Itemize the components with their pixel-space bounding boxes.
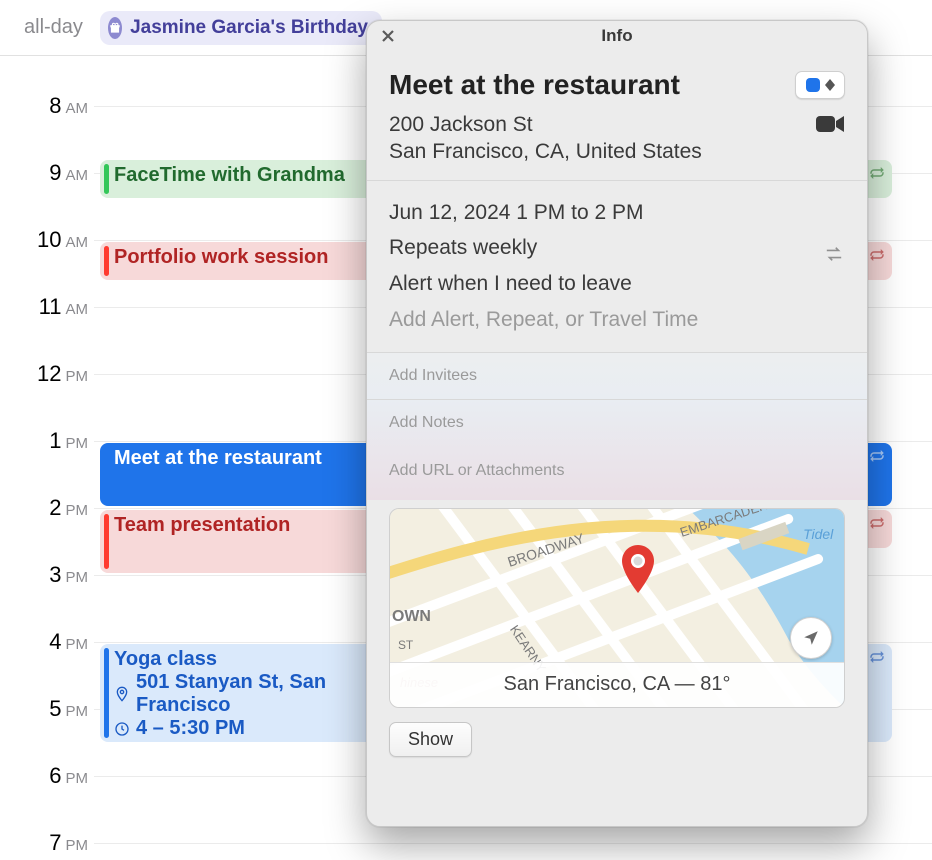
event-time-line: 4 – 5:30 PM (114, 717, 368, 740)
clock-icon (114, 721, 130, 737)
event-info-popover: Info Meet at the restaurant 200 Jackson … (366, 20, 868, 827)
svg-text:Tidel: Tidel (803, 526, 834, 542)
event-location-line: 501 Stanyan St, San Francisco (114, 671, 368, 717)
event-title: Portfolio work session (114, 246, 328, 268)
event-yoga[interactable]: Yoga class 501 Stanyan St, San Francisco… (100, 644, 380, 742)
svg-text:OWN: OWN (392, 608, 431, 625)
popover-title: Info (601, 26, 632, 46)
section-invitees: Add Invitees (367, 352, 867, 399)
event-title: Meet at the restaurant (114, 447, 322, 469)
hour-10am: 10AM (0, 227, 88, 253)
popover-titlebar: Info (367, 21, 867, 51)
add-invitees-field[interactable]: Add Invitees (389, 367, 477, 384)
hour-1pm: 1PM (0, 428, 88, 454)
event-alert-field[interactable]: Alert when I need to leave (389, 266, 632, 302)
gift-icon (108, 17, 122, 39)
calendar-color-swatch (806, 78, 820, 92)
hour-7pm: 7PM (0, 830, 88, 856)
video-call-button[interactable] (815, 113, 845, 135)
hour-9am: 9AM (0, 160, 88, 186)
hour-2pm: 2PM (0, 495, 88, 521)
calendar-color-picker[interactable] (795, 71, 845, 99)
close-button[interactable] (379, 27, 397, 45)
repeat-icon (868, 447, 886, 465)
hour-8am: 8AM (0, 93, 88, 119)
pin-icon (114, 686, 130, 702)
repeat-icon (868, 164, 886, 182)
map-recenter-button[interactable] (790, 617, 832, 659)
all-day-event-chip[interactable]: Jasmine Garcia's Birthday (100, 11, 382, 45)
event-title: FaceTime with Grandma (114, 164, 345, 186)
popover-footer: Show (367, 708, 867, 775)
hour-3pm: 3PM (0, 562, 88, 588)
hour-11am: 11AM (0, 294, 88, 320)
repeat-icon (868, 514, 886, 532)
event-meet-restaurant[interactable]: Meet at the restaurant (100, 443, 380, 506)
repeat-icon (868, 246, 886, 264)
map-pin-icon (620, 545, 656, 593)
show-button[interactable]: Show (389, 722, 472, 757)
add-url-attachments-field[interactable]: Add URL or Attachments (389, 462, 845, 480)
event-title: Yoga class (114, 648, 368, 671)
add-alert-repeat-travel[interactable]: Add Alert, Repeat, or Travel Time (389, 302, 698, 338)
hour-12pm: 12PM (0, 361, 88, 387)
section-title-location: Meet at the restaurant 200 Jackson St Sa… (367, 51, 867, 180)
event-location-field[interactable]: 200 Jackson St San Francisco, CA, United… (389, 111, 702, 166)
event-title-field[interactable]: Meet at the restaurant (389, 69, 680, 101)
location-map[interactable]: BROADWAY EMBARCADERO KEARNY OWN ST Tidel… (389, 508, 845, 708)
event-repeat-field[interactable]: Repeats weekly (389, 230, 537, 266)
section-notes: Add Notes Add URL or Attachments (367, 399, 867, 500)
event-facetime[interactable]: FaceTime with Grandma (100, 160, 380, 198)
event-title: Team presentation (114, 514, 290, 536)
event-team-presentation[interactable]: Team presentation (100, 510, 380, 573)
repeat-icon[interactable] (823, 239, 845, 257)
event-datetime-field[interactable]: Jun 12, 2024 1 PM to 2 PM (389, 195, 643, 231)
hour-5pm: 5PM (0, 696, 88, 722)
all-day-event-title: Jasmine Garcia's Birthday (130, 17, 368, 39)
hour-6pm: 6PM (0, 763, 88, 789)
add-notes-field[interactable]: Add Notes (389, 414, 464, 431)
repeat-icon (868, 648, 886, 666)
all-day-label: all-day (24, 16, 100, 39)
hour-4pm: 4PM (0, 629, 88, 655)
svg-text:ST: ST (398, 638, 414, 652)
chevrons-updown-icon (825, 79, 835, 91)
map-weather-footer: San Francisco, CA — 81° (390, 662, 844, 707)
section-date-repeat: Jun 12, 2024 1 PM to 2 PM Repeats weekly… (367, 180, 867, 352)
event-portfolio[interactable]: Portfolio work session (100, 242, 380, 280)
